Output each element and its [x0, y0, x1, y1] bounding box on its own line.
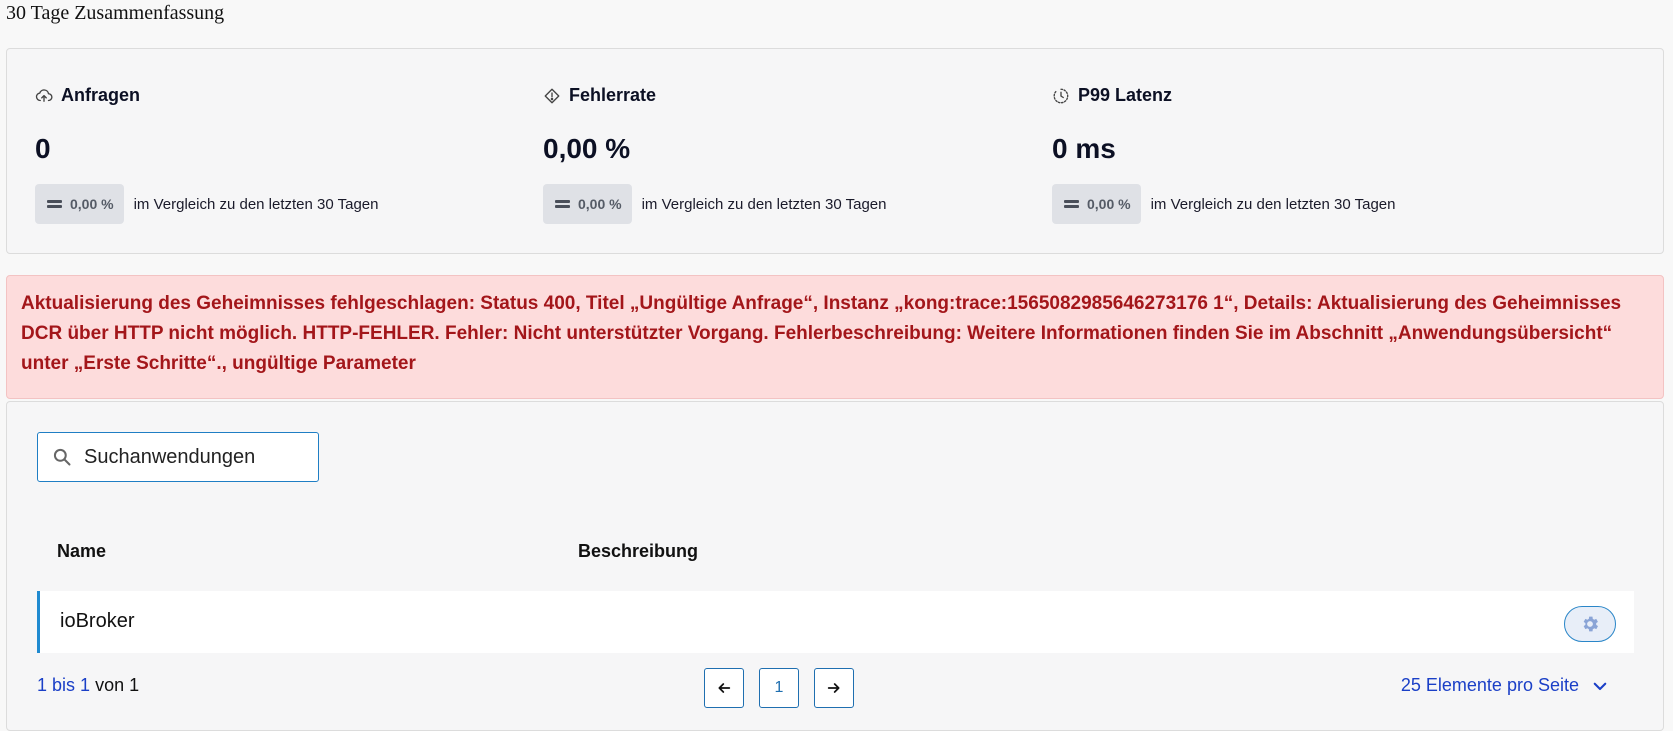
equals-icon: [1064, 200, 1079, 208]
delta-badge: 0,00 %: [1052, 184, 1141, 224]
metric-value: 0,00 %: [543, 133, 631, 164]
compare-text: im Vergleich zu den letzten 30 Tagen: [133, 195, 379, 213]
cloud-upload-icon: [35, 88, 53, 102]
arrow-right-icon: [827, 683, 840, 693]
pagination-range: 1 bis 1: [37, 675, 91, 695]
metric-label: Anfragen: [61, 85, 141, 105]
page-button-1[interactable]: 1: [759, 668, 799, 708]
summary-card: Anfragen 0 0,00 % im Vergleich zu den le…: [6, 48, 1664, 254]
delta-value: 0,00 %: [578, 196, 622, 212]
arrow-left-icon: [718, 683, 731, 693]
metric-value: 0: [35, 133, 51, 164]
items-per-page-label: 25 Elemente pro Seite: [1400, 675, 1579, 695]
column-header-description[interactable]: Beschreibung: [578, 541, 698, 562]
equals-icon: [555, 200, 570, 208]
chevron-down-icon: [1593, 682, 1607, 690]
items-per-page-select[interactable]: 25 Elemente pro Seite: [1401, 675, 1609, 696]
timer-icon: [1053, 88, 1069, 103]
pagination-total: von 1: [95, 675, 140, 695]
page-title: 30 Tage Zusammenfassung: [6, 2, 225, 24]
metric-label: Fehlerrate: [569, 85, 657, 105]
metric-value: 0 ms: [1052, 133, 1116, 164]
warning-diamond-icon: [544, 88, 560, 103]
column-header-name[interactable]: Name: [57, 541, 106, 562]
next-page-button[interactable]: [814, 668, 854, 708]
applications-card: Name Beschreibung ioBroker 1 bis 1 von 1…: [6, 401, 1664, 731]
equals-icon: [47, 200, 62, 208]
prev-page-button[interactable]: [704, 668, 744, 708]
error-alert: Aktualisierung des Geheimnisses fehlgesc…: [6, 275, 1664, 399]
pagination-info: 1 bis 1 von 1: [37, 675, 139, 696]
gear-icon: [1583, 616, 1598, 632]
compare-text: im Vergleich zu den letzten 30 Tagen: [641, 195, 887, 213]
delta-value: 0,00 %: [1087, 196, 1131, 212]
compare-text: im Vergleich zu den letzten 30 Tagen: [1150, 195, 1396, 213]
row-name[interactable]: ioBroker: [60, 610, 134, 633]
search-field[interactable]: [37, 432, 319, 482]
table-row[interactable]: ioBroker: [37, 591, 1634, 653]
search-icon: [53, 448, 71, 466]
settings-button[interactable]: [1564, 606, 1616, 642]
search-input[interactable]: [82, 444, 306, 470]
delta-badge: 0,00 %: [35, 184, 124, 224]
metric-label: P99 Latenz: [1078, 85, 1173, 105]
delta-value: 0,00 %: [70, 196, 114, 212]
delta-badge: 0,00 %: [543, 184, 632, 224]
